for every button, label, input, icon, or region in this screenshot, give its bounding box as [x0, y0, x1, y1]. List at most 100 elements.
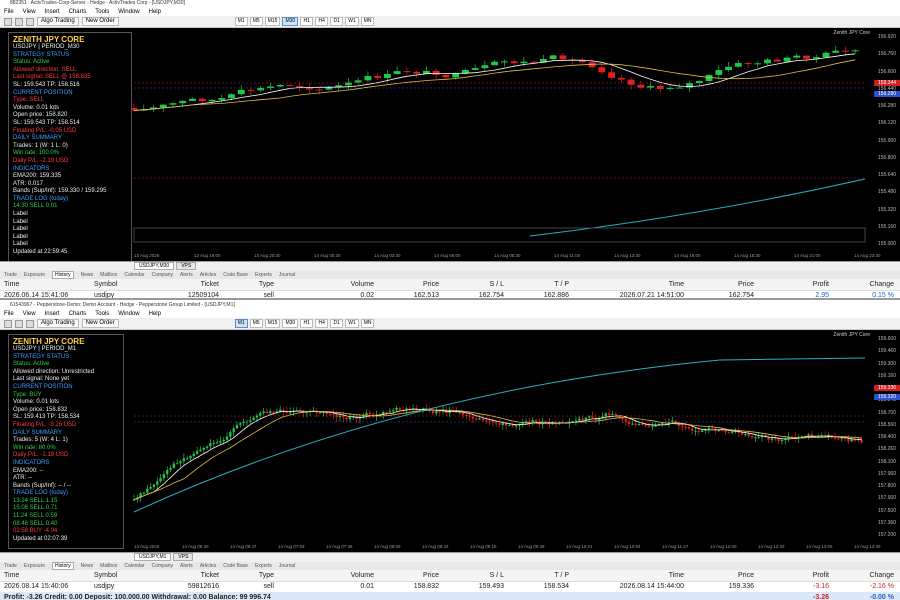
table-row[interactable]: 2026.08.14 15:40:06 usdjpy 59812616 sell 0.0…: [0, 581, 900, 592]
timeframe-m15[interactable]: M15: [264, 17, 281, 26]
candle-body: [219, 441, 222, 443]
profiles-icon[interactable]: [15, 319, 23, 328]
timeframe-m30[interactable]: M30: [282, 17, 299, 26]
table-row[interactable]: 2026.06.14 15:41:06 usdjpy 12509104 sell 0.0…: [0, 290, 900, 298]
column-header[interactable]: Symbol: [90, 570, 145, 582]
terminal-tab-calendar[interactable]: Calendar: [124, 272, 144, 278]
terminal-tab-company[interactable]: Company: [152, 272, 173, 278]
terminal-tab-alerts[interactable]: Alerts: [180, 563, 193, 569]
price-chart[interactable]: Zenith JPY Core 159.600 159.460 159.300 159…: [0, 330, 900, 552]
timeframe-h4[interactable]: H4: [315, 17, 329, 26]
timeframe-m5[interactable]: M5: [249, 319, 263, 328]
terminal-tab-journal[interactable]: Journal: [279, 272, 295, 278]
menu-item-window[interactable]: Window: [118, 311, 139, 317]
column-header[interactable]: Time: [575, 279, 690, 291]
new-order-button[interactable]: New Order: [81, 17, 119, 26]
terminal-tab-mailbox[interactable]: Mailbox: [100, 563, 117, 569]
column-header[interactable]: Profit: [760, 570, 835, 582]
timeframe-h1[interactable]: H1: [300, 17, 314, 26]
column-header[interactable]: Price: [690, 279, 760, 291]
terminal-tab-articles[interactable]: Articles: [200, 563, 216, 569]
timeframe-h4[interactable]: H4: [315, 319, 329, 328]
column-header[interactable]: Type: [225, 570, 280, 582]
timeframe-w1[interactable]: W1: [345, 319, 359, 328]
menu-item-charts[interactable]: Charts: [69, 311, 87, 317]
column-header[interactable]: Time: [0, 570, 90, 582]
column-header[interactable]: T / P: [510, 279, 575, 291]
chart-tab[interactable]: VPS: [173, 553, 194, 561]
terminal-tab-calendar[interactable]: Calendar: [124, 563, 144, 569]
column-header[interactable]: Profit: [760, 279, 835, 291]
column-header[interactable]: Time: [0, 279, 90, 291]
terminal-tab-code-base[interactable]: Code Base: [223, 563, 248, 569]
column-header[interactable]: Time: [575, 570, 690, 582]
terminal-tab-news[interactable]: News: [81, 563, 94, 569]
column-header[interactable]: Price: [380, 279, 445, 291]
timeframe-w1[interactable]: W1: [345, 17, 359, 26]
timeframe-m1[interactable]: M1: [234, 17, 248, 26]
column-header[interactable]: Symbol: [90, 279, 145, 291]
menu-item-tools[interactable]: Tools: [95, 311, 109, 317]
terminal-tab-alerts[interactable]: Alerts: [180, 272, 193, 278]
column-header[interactable]: S / L: [445, 570, 510, 582]
menu-item-help[interactable]: Help: [149, 311, 161, 317]
menu-item-view[interactable]: View: [23, 311, 36, 317]
terminal-tab-journal[interactable]: Journal: [279, 563, 295, 569]
column-header[interactable]: Change: [835, 279, 900, 291]
timeframe-mn[interactable]: MN: [360, 319, 375, 328]
candle-body: [156, 481, 159, 485]
navigator-icon[interactable]: [26, 319, 34, 328]
menu-item-tools[interactable]: Tools: [95, 9, 109, 15]
chart-tab[interactable]: VPS: [176, 262, 197, 270]
menu-item-insert[interactable]: Insert: [45, 9, 60, 15]
timeframe-mn[interactable]: MN: [360, 17, 375, 26]
menu-item-help[interactable]: Help: [149, 9, 161, 15]
price-chart[interactable]: Zenith JPY Core 156.920 156.760 156.600 156…: [0, 28, 900, 261]
column-header[interactable]: Ticket: [145, 570, 225, 582]
column-header[interactable]: Price: [690, 570, 760, 582]
new-chart-icon[interactable]: [4, 319, 12, 328]
algo-trading-button[interactable]: Algo Trading: [37, 17, 79, 26]
terminal-tab-code-base[interactable]: Code Base: [223, 272, 248, 278]
column-header[interactable]: Volume: [280, 279, 380, 291]
column-header[interactable]: S / L: [445, 279, 510, 291]
new-chart-icon[interactable]: [4, 17, 12, 26]
timeframe-m15[interactable]: M15: [264, 319, 281, 328]
terminal-tab-experts[interactable]: Experts: [255, 563, 272, 569]
terminal-tab-articles[interactable]: Articles: [200, 272, 216, 278]
menu-item-file[interactable]: File: [4, 311, 14, 317]
profiles-icon[interactable]: [15, 17, 23, 26]
new-order-button[interactable]: New Order: [81, 319, 119, 328]
column-header[interactable]: Ticket: [145, 279, 225, 291]
timeframe-m30[interactable]: M30: [282, 319, 299, 328]
timeframe-d1[interactable]: D1: [330, 17, 344, 26]
timeframe-h1[interactable]: H1: [300, 319, 314, 328]
terminal-tab-exposure[interactable]: Exposure: [24, 563, 45, 569]
terminal-tab-company[interactable]: Company: [152, 563, 173, 569]
navigator-icon[interactable]: [26, 17, 34, 26]
timeframe-d1[interactable]: D1: [330, 319, 344, 328]
timeframe-m5[interactable]: M5: [249, 17, 263, 26]
menu-item-window[interactable]: Window: [118, 9, 139, 15]
terminal-tab-exposure[interactable]: Exposure: [24, 272, 45, 278]
algo-trading-button[interactable]: Algo Trading: [37, 319, 79, 328]
column-header[interactable]: Type: [225, 279, 280, 291]
column-header[interactable]: T / P: [510, 570, 575, 582]
chart-tab[interactable]: USDJPY,M30: [134, 262, 175, 270]
terminal-tab-mailbox[interactable]: Mailbox: [100, 272, 117, 278]
terminal-tab-news[interactable]: News: [81, 272, 94, 278]
menu-item-charts[interactable]: Charts: [69, 9, 87, 15]
terminal-tab-history[interactable]: History: [52, 562, 74, 570]
menu-item-file[interactable]: File: [4, 9, 14, 15]
column-header[interactable]: Price: [380, 570, 445, 582]
menu-item-view[interactable]: View: [23, 9, 36, 15]
menu-item-insert[interactable]: Insert: [45, 311, 60, 317]
terminal-tab-trade[interactable]: Trade: [4, 563, 17, 569]
timeframe-m1[interactable]: M1: [234, 319, 248, 328]
terminal-tab-experts[interactable]: Experts: [255, 272, 272, 278]
column-header[interactable]: Volume: [280, 570, 380, 582]
terminal-tab-history[interactable]: History: [52, 271, 74, 279]
terminal-tab-trade[interactable]: Trade: [4, 272, 17, 278]
chart-tab[interactable]: USDJPY,M1: [134, 553, 172, 561]
column-header[interactable]: Change: [835, 570, 900, 582]
